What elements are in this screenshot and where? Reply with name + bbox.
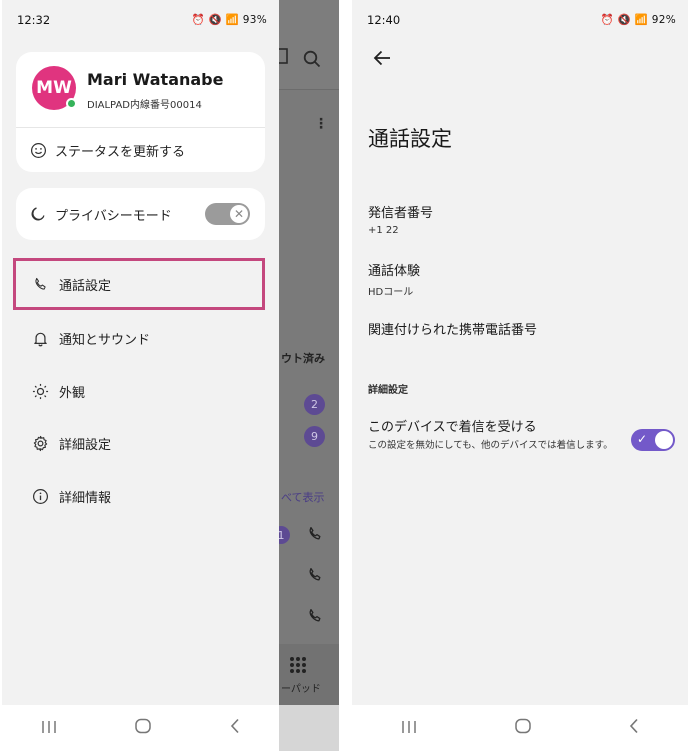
left-phone: ⋮ ウト済み 2 9 べて表示 1 ーパッド 12:32 ⏰ 🔇 📶 93% M… [2,0,339,751]
more-icon: ⋮ [314,116,328,132]
system-nav-bar [352,705,688,751]
update-status-label: ステータスを更新する [55,144,186,160]
status-time: 12:32 [17,13,51,27]
section-header: 詳細設定 [368,385,408,396]
bg-keypad-label: ーパッド [281,684,321,695]
home-icon[interactable] [134,718,152,738]
home-icon[interactable] [514,718,532,738]
phone-icon [306,566,324,589]
menu-item-appearance[interactable]: 外観 [16,368,265,414]
phone-icon [306,525,324,548]
moon-icon [31,207,45,221]
privacy-mode-row: プライバシーモード ✕ [16,188,265,240]
menu-item-label: 詳細情報 [59,490,112,506]
setting-value: HDコール [368,287,414,298]
recent-apps-icon[interactable] [40,719,58,738]
linked-mobile-setting[interactable]: 関連付けられた携帯電話番号 [368,319,537,338]
status-time: 12:40 [367,13,401,27]
sun-icon [32,383,49,399]
status-bar: 12:32 ⏰ 🔇 📶 93% [2,0,279,42]
presence-indicator [66,98,77,109]
avatar-initials: MW [36,78,72,98]
menu-item-call-settings[interactable]: 通話設定 [13,258,265,310]
navigation-drawer: 12:32 ⏰ 🔇 📶 93% MW Mari Watanabe DIALPAD… [2,0,279,705]
dialpad-icon [289,656,307,679]
privacy-mode-toggle[interactable]: ✕ [205,203,250,225]
nav-bar-scrim [279,705,339,751]
call-experience-setting[interactable]: 通話体験 HDコール [368,260,420,298]
setting-description: この設定を無効にしても、他のデバイスでは着信します。 [368,440,613,451]
setting-value: +1 22 [368,225,399,236]
caller-id-setting[interactable]: 発信者番号 +1 22 [368,202,433,236]
status-indicators: ⏰ 🔇 📶 92% [600,14,676,26]
menu-item-label: 通知とサウンド [59,332,151,348]
menu-item-label: 外観 [59,385,86,401]
status-indicators: ⏰ 🔇 📶 93% [191,14,267,26]
menu-item-notifications[interactable]: 通知とサウンド [16,315,265,361]
update-status-button[interactable]: ステータスを更新する [16,128,265,172]
receive-calls-toggle[interactable]: ✓ [631,429,675,451]
right-phone: 12:40 ⏰ 🔇 📶 92% 通話設定 発信者番号 +1 22 通話体験 HD… [352,0,688,751]
recent-apps-icon[interactable] [400,719,418,738]
phone-icon [35,277,46,290]
profile-card: MW Mari Watanabe DIALPAD内線番号00014 ステータスを… [16,52,265,172]
setting-label: 通話体験 [368,264,421,279]
back-icon[interactable] [628,718,640,738]
close-icon: ✕ [230,205,248,223]
phone-icon [306,607,324,630]
bg-badge: 9 [304,426,325,447]
privacy-mode-label: プライバシーモード [55,208,172,224]
page-title: 通話設定 [368,127,452,151]
bg-badge: 2 [304,394,325,415]
bell-icon [34,332,47,346]
receive-calls-setting: このデバイスで着信を受ける この設定を無効にしても、他のデバイスでは着信します。 [368,416,668,453]
gear-icon [33,435,48,451]
menu-item-about[interactable]: 詳細情報 [16,473,265,519]
screenshot-canvas: ⋮ ウト済み 2 9 べて表示 1 ーパッド 12:32 ⏰ 🔇 📶 93% M… [0,0,688,751]
back-arrow-icon[interactable] [372,48,392,72]
bg-see-all-link: べて表示 [281,491,325,504]
user-name: Mari Watanabe [87,70,224,89]
search-icon [303,50,321,73]
check-icon: ✓ [637,432,648,446]
info-icon [32,488,49,504]
menu-item-label: 詳細設定 [59,437,112,453]
bg-section-label: ウト済み [281,352,325,365]
user-extension: DIALPAD内線番号00014 [87,100,202,111]
avatar[interactable]: MW [32,66,77,110]
setting-label: 関連付けられた携帯電話番号 [368,323,538,338]
setting-label: このデバイスで着信を受ける [368,420,537,435]
setting-label: 発信者番号 [368,206,434,221]
smiley-icon [30,142,47,158]
system-nav-bar [2,705,279,751]
status-bar: 12:40 ⏰ 🔇 📶 92% [352,0,688,42]
menu-item-advanced-settings[interactable]: 詳細設定 [16,420,265,466]
menu-item-label: 通話設定 [59,278,112,294]
back-icon[interactable] [229,718,241,738]
